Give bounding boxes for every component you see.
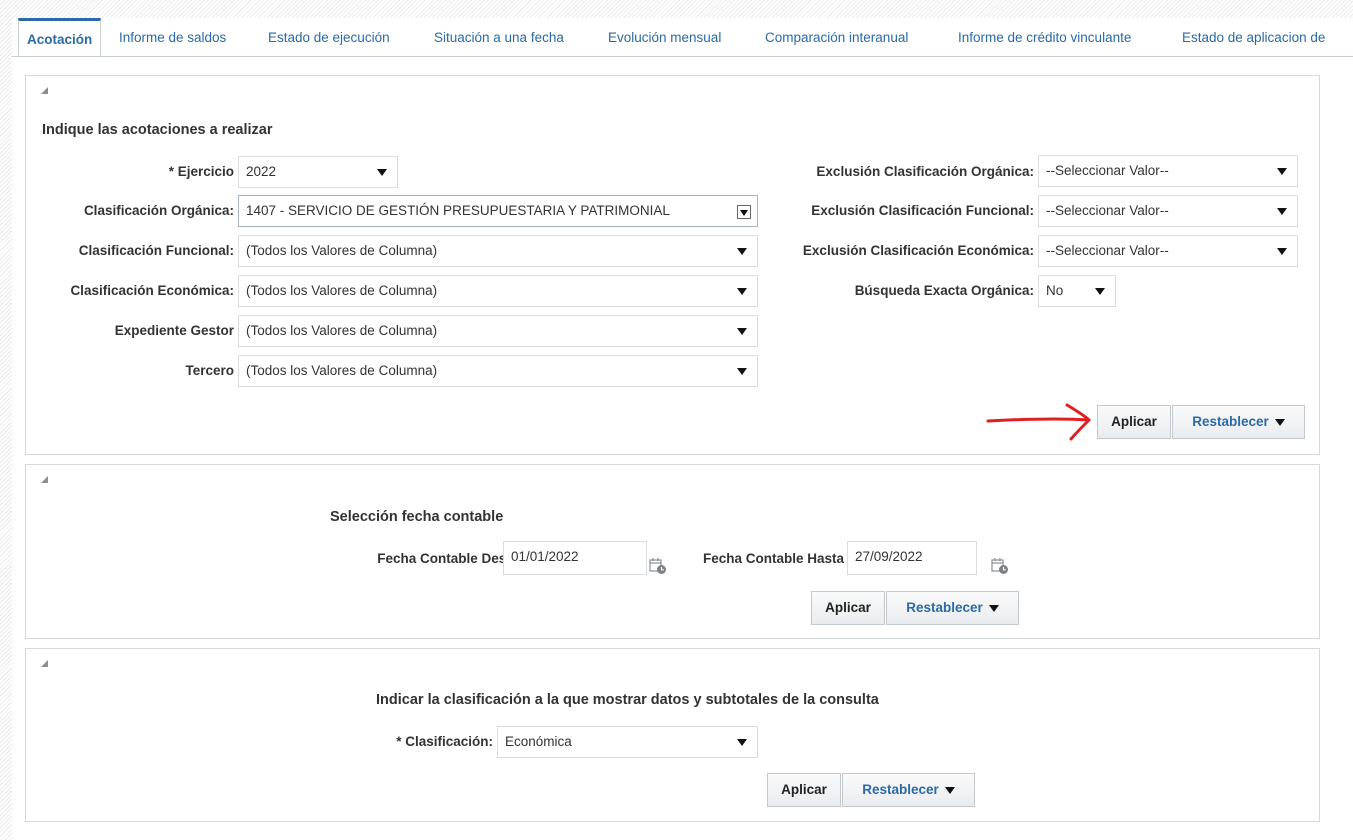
tab-bar: Acotación Informe de saldos Estado de ej… (12, 18, 1353, 57)
label-busqueda-exacta: Búsqueda Exacta Orgánica: (854, 283, 1034, 298)
label-ejercicio: * Ejercicio (168, 164, 234, 179)
label-clasificacion: * Clasificación: (396, 734, 493, 749)
panel-fecha-contable: Selección fecha contable Fecha Contable … (25, 464, 1320, 639)
apply-button[interactable]: Aplicar (811, 591, 885, 625)
exclusion-organica-select[interactable]: --Seleccionar Valor-- (1038, 155, 1298, 187)
label-expediente-gestor: Expediente Gestor (114, 323, 234, 338)
clasificacion-organica-select[interactable]: 1407 - SERVICIO DE GESTIÓN PRESUPUESTARI… (238, 195, 758, 227)
clasificacion-funcional-value: (Todos los Valores de Columna) (246, 243, 438, 258)
collapse-triangle-icon[interactable] (41, 87, 48, 94)
reset-button[interactable]: Restablecer (1172, 405, 1305, 439)
label-clasificacion-economica: Clasificación Económica: (70, 283, 234, 298)
clasificacion-funcional-select[interactable]: (Todos los Valores de Columna) (238, 235, 758, 267)
exclusion-organica-value: --Seleccionar Valor-- (1046, 163, 1169, 178)
reset-label: Restablecer (862, 782, 939, 797)
panel-heading: Selección fecha contable (330, 509, 504, 525)
expediente-gestor-select[interactable]: (Todos los Valores de Columna) (238, 315, 758, 347)
tab-estado-aplicacion[interactable]: Estado de aplicacion de (1182, 27, 1325, 49)
fecha-desde-value: 01/01/2022 (511, 549, 579, 564)
dropdown-caret-icon (737, 739, 747, 746)
fecha-hasta-input[interactable]: 27/09/2022 (847, 541, 977, 575)
dropdown-caret-icon (1095, 288, 1105, 295)
dropdown-caret-icon (377, 169, 387, 176)
clasificacion-economica-select[interactable]: (Todos los Valores de Columna) (238, 275, 758, 307)
tercero-select[interactable]: (Todos los Valores de Columna) (238, 355, 758, 387)
dropdown-caret-icon[interactable] (737, 205, 751, 219)
label-clasificacion-funcional: Clasificación Funcional: (78, 243, 234, 258)
clasificacion-value: Económica (505, 734, 572, 749)
tercero-value: (Todos los Valores de Columna) (246, 363, 438, 378)
clasificacion-economica-value: (Todos los Valores de Columna) (246, 283, 438, 298)
dropdown-caret-icon (1277, 168, 1287, 175)
tab-informe-credito-vinculante[interactable]: Informe de crédito vinculante (958, 27, 1131, 49)
exclusion-economica-value: --Seleccionar Valor-- (1046, 243, 1169, 258)
tab-acotacion[interactable]: Acotación (18, 18, 102, 56)
panel-heading: Indicar la clasificación a la que mostra… (376, 692, 879, 708)
apply-button[interactable]: Aplicar (1097, 405, 1171, 439)
expediente-gestor-value: (Todos los Valores de Columna) (246, 323, 438, 338)
label-exclusion-funcional: Exclusión Clasificación Funcional: (811, 203, 1034, 218)
reset-button[interactable]: Restablecer (842, 773, 975, 807)
label-exclusion-organica: Exclusión Clasificación Orgánica: (816, 164, 1034, 179)
reset-button[interactable]: Restablecer (886, 591, 1019, 625)
exclusion-funcional-select[interactable]: --Seleccionar Valor-- (1038, 195, 1298, 227)
ejercicio-value: 2022 (246, 164, 277, 179)
panel-acotaciones: Indique las acotaciones a realizar * Eje… (25, 75, 1320, 455)
dropdown-caret-icon (737, 288, 747, 295)
ejercicio-select[interactable]: 2022 (238, 156, 398, 188)
red-arrow-annotation (986, 403, 1091, 441)
collapse-triangle-icon[interactable] (41, 476, 48, 483)
chevron-down-icon (988, 604, 999, 612)
tab-informe-saldos[interactable]: Informe de saldos (119, 27, 226, 49)
apply-button[interactable]: Aplicar (767, 773, 841, 807)
dropdown-caret-icon (1277, 208, 1287, 215)
calendar-icon[interactable] (991, 557, 1009, 575)
fecha-desde-input[interactable]: 01/01/2022 (503, 541, 647, 575)
busqueda-exacta-value: No (1046, 283, 1064, 298)
label-tercero: Tercero (185, 363, 234, 378)
fecha-hasta-value: 27/09/2022 (855, 549, 923, 564)
reset-label: Restablecer (906, 600, 983, 615)
collapse-triangle-icon[interactable] (41, 660, 48, 667)
calendar-icon[interactable] (649, 557, 667, 575)
clasificacion-organica-value: 1407 - SERVICIO DE GESTIÓN PRESUPUESTARI… (246, 203, 670, 218)
clasificacion-select[interactable]: Económica (497, 726, 758, 758)
dropdown-caret-icon (737, 368, 747, 375)
chevron-down-icon (1274, 418, 1285, 426)
panel-heading: Indique las acotaciones a realizar (42, 122, 273, 138)
panel-clasificacion: Indicar la clasificación a la que mostra… (25, 648, 1320, 822)
label-fecha-desde: Fecha Contable Desde (377, 551, 522, 566)
exclusion-economica-select[interactable]: --Seleccionar Valor-- (1038, 235, 1298, 267)
tab-evolucion-mensual[interactable]: Evolución mensual (608, 27, 721, 49)
label-clasificacion-organica: Clasificación Orgánica: (83, 203, 234, 218)
chevron-down-icon (944, 786, 955, 794)
tab-situacion-fecha[interactable]: Situación a una fecha (434, 27, 564, 49)
exclusion-funcional-value: --Seleccionar Valor-- (1046, 203, 1169, 218)
tab-estado-ejecucion[interactable]: Estado de ejecución (268, 27, 390, 49)
background-pattern-left (0, 0, 12, 840)
label-fecha-hasta: Fecha Contable Hasta (702, 551, 844, 566)
dropdown-caret-icon (737, 328, 747, 335)
background-pattern-top (0, 0, 1353, 18)
dropdown-caret-icon (737, 248, 747, 255)
label-exclusion-economica: Exclusión Clasificación Económica: (802, 243, 1034, 258)
reset-label: Restablecer (1192, 414, 1269, 429)
tab-comparacion-interanual[interactable]: Comparación interanual (765, 27, 908, 49)
busqueda-exacta-select[interactable]: No (1038, 275, 1116, 307)
dropdown-caret-icon (1277, 248, 1287, 255)
